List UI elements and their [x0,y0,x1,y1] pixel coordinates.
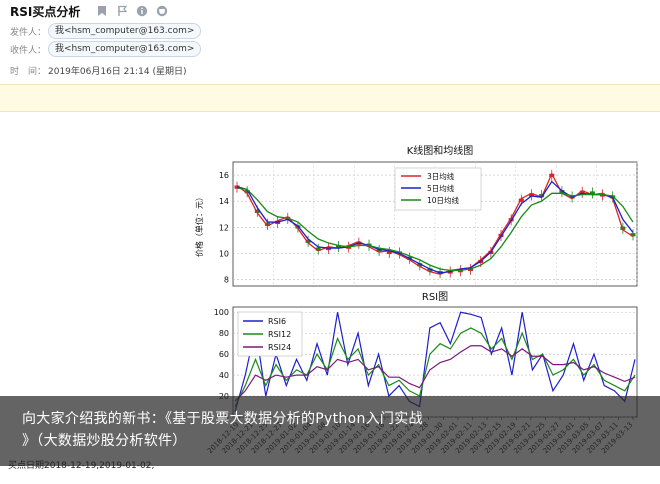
info-icon[interactable] [134,4,150,18]
buy-dates-note: 买点日期2018-12-19,2019-01-02, [8,461,155,471]
from-label: 发件人： [10,27,47,38]
kline-y-tick-label: 10 [219,249,229,258]
kline-legend-label: 5日均线 [427,183,455,193]
from-row: 发件人： 我<hsm_computer@163.com> [10,22,202,40]
subject-row: RSI买点分析 [10,2,174,20]
rsi-y-tick-label: 80 [219,329,229,338]
kline-y-tick-label: 12 [219,223,229,232]
kline-chart: K线图和均线图 8 10 12 14 16 价格（单位：元） 3日均线 5日均线 10日均线 [194,144,638,287]
rsi-y-tick-label: 40 [219,371,229,380]
kline-chart-title: K线图和均线图 [407,144,474,157]
to-contact-chip[interactable]: 我<hsm_computer@163.com> [48,41,202,57]
rsi-y-tick-label: 100 [214,308,229,317]
time-row: 时 间： 2019年06月16日 21:14 (星期日) [10,61,187,79]
time-value: 2019年06月16日 21:14 (星期日) [48,66,187,77]
mail-subject: RSI买点分析 [10,4,81,19]
rsi-legend: RSI6 RSI12 RSI24 [237,311,303,357]
rsi-chart-title: RSI图 [422,291,448,303]
rsi-y-tick-label: 60 [219,350,229,359]
to-row: 收件人： 我<hsm_computer@163.com> [10,40,202,58]
kline-legend-label: 3日均线 [427,171,455,181]
kline-y-tick-label: 8 [224,275,229,284]
book-promo-caption[interactable]: 向大家介绍我的新书：《基于股票大数据分析的Python入门实战 》（大数据炒股分… [22,408,622,452]
rsi-legend-label: RSI24 [268,343,291,352]
mail-header: RSI买点分析 发件人： 我<hsm_computer@163.com> 收件人… [0,0,660,84]
bookmark-icon[interactable] [94,4,110,18]
print-icon[interactable] [154,4,170,18]
to-label: 收件人： [10,45,47,56]
time-label: 时 间： [10,66,47,77]
rsi-legend-label: RSI6 [268,317,286,326]
flag-icon[interactable] [114,4,130,18]
kline-y-tick-label: 14 [219,197,229,206]
kline-y-ticks: 8 10 12 14 16 [219,171,229,284]
rsi-legend-label: RSI12 [268,330,291,339]
kline-legend-label: 10日均线 [427,195,460,205]
notice-bar [0,84,660,112]
kline-y-axis-label: 价格（单位：元） [194,193,204,257]
kline-legend: 3日均线 5日均线 10日均线 [394,167,482,211]
kline-y-tick-label: 16 [219,171,229,180]
caption-line-2: 》（大数据炒股分析软件） [22,433,187,449]
caption-line-1: 向大家介绍我的新书：《基于股票大数据分析的Python入门实战 [22,411,423,427]
from-contact-chip[interactable]: 我<hsm_computer@163.com> [48,23,202,39]
